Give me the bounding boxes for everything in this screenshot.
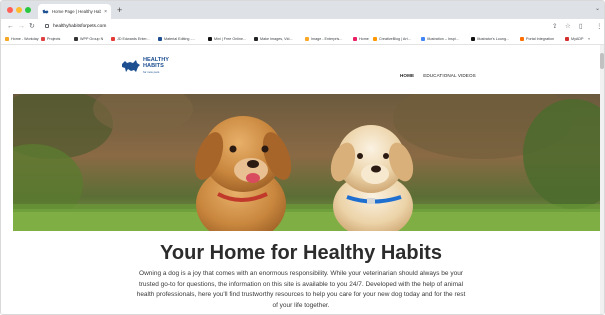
bookmark-item[interactable]: WPP Group N	[74, 35, 103, 43]
bookmark-item[interactable]: Illustration – Inspi...	[421, 35, 459, 43]
sidebar-panel-icon[interactable]: ▯	[579, 21, 583, 32]
logo-tagline: for new pets	[143, 70, 160, 74]
bookmark-favicon-icon	[565, 37, 569, 41]
page-scrollbar-thumb[interactable]	[600, 53, 604, 69]
bookmark-favicon-icon	[111, 37, 115, 41]
lock-icon[interactable]	[45, 24, 49, 28]
bookmark-favicon-icon	[353, 37, 357, 41]
bookmark-item[interactable]: MyADP	[565, 35, 584, 43]
bookmark-label: Home - Workday	[11, 37, 39, 41]
minimize-window-button[interactable]	[16, 7, 22, 13]
bookmark-favicon-icon	[74, 37, 78, 41]
bookmark-item[interactable]: Mini | Free Online...	[208, 35, 246, 43]
healthy-habits-logo[interactable]: HEALTHY HABITS for new pets	[121, 56, 201, 78]
bookmark-label: MyADP	[571, 37, 584, 41]
bookmark-label: Illustrator's Loung...	[477, 37, 510, 41]
more-menu-icon[interactable]: ⋮	[596, 21, 603, 32]
bookmark-label: CreativeBlog | Art...	[379, 37, 411, 41]
share-icon[interactable]: ⇪	[552, 21, 557, 32]
bookmark-star-icon[interactable]: ☆	[565, 21, 571, 32]
browser-window: Home Page | Healthy Habits f × + ⌄ ← → ↻…	[0, 0, 605, 315]
bookmark-favicon-icon	[158, 37, 162, 41]
dog-logo-icon	[122, 60, 140, 72]
bookmark-label: WPP Group N	[80, 37, 104, 41]
bookmark-item[interactable]: CreativeBlog | Art...	[373, 35, 411, 43]
bookmark-item[interactable]: Illustrator's Loung...	[471, 35, 509, 43]
site-header: HEALTHY HABITS for new pets HOME EDUCATI…	[1, 53, 601, 89]
tab-close-icon[interactable]: ×	[104, 9, 107, 15]
bookmark-label: Portal Integration	[526, 37, 555, 41]
forward-arrow-icon[interactable]: →	[18, 21, 25, 32]
bookmark-item[interactable]: Portal Integration	[520, 35, 554, 43]
bookmark-item[interactable]: JD Edwards Enter...	[111, 35, 150, 43]
bookmark-favicon-icon	[520, 37, 524, 41]
bookmark-label: Projects	[47, 37, 61, 41]
bookmark-label: Illustration – Inspi...	[427, 37, 459, 41]
web-page: HEALTHY HABITS for new pets HOME EDUCATI…	[1, 45, 604, 314]
bookmark-label: Material Editing -...	[164, 37, 195, 41]
bookmark-favicon-icon	[5, 37, 9, 41]
bookmark-item[interactable]: Image - Enterpris...	[305, 35, 342, 43]
bookmark-item[interactable]: Home - Workday	[5, 35, 39, 43]
maximize-window-button[interactable]	[25, 7, 31, 13]
bookmark-label: Home	[359, 37, 369, 41]
bookmarks-overflow-icon[interactable]: »	[588, 35, 590, 43]
bookmark-label: Image - Enterpris...	[311, 37, 343, 41]
bookmark-favicon-icon	[208, 37, 212, 41]
bookmark-favicon-icon	[305, 37, 309, 41]
bookmark-favicon-icon	[41, 37, 45, 41]
address-bar-row: ← → ↻ healthyhabitsforpets.com ⇪ ☆ ▯ ⋮	[1, 19, 604, 34]
new-tab-button[interactable]: +	[117, 4, 122, 16]
bookmarks-bar: » Home - Workday Projects WPP Group N JD Ed…	[1, 34, 604, 45]
bookmark-favicon-icon	[373, 37, 377, 41]
bookmark-item[interactable]: Home	[353, 35, 369, 43]
site-nav: HOME EDUCATIONAL VIDEOS	[400, 73, 476, 78]
back-arrow-icon[interactable]: ←	[7, 21, 14, 32]
logo-line-2: HABITS	[143, 62, 164, 69]
bookmark-item[interactable]: Material Editing -...	[158, 35, 195, 43]
bookmark-item[interactable]: Make Images, Vid...	[254, 35, 293, 43]
tab-search-chevron-icon[interactable]: ⌄	[595, 5, 600, 12]
bookmark-favicon-icon	[471, 37, 475, 41]
intro-paragraph: Owning a dog is a joy that comes with an…	[136, 270, 466, 309]
nav-link-home[interactable]: HOME	[400, 73, 414, 78]
bookmark-label: JD Edwards Enter...	[117, 37, 150, 41]
bookmark-item[interactable]: Projects	[41, 35, 60, 43]
tab-title: Home Page | Healthy Habits f	[52, 9, 102, 14]
tab-strip: Home Page | Healthy Habits f × + ⌄	[1, 1, 604, 19]
close-window-button[interactable]	[7, 7, 13, 13]
bookmark-label: Make Images, Vid...	[260, 37, 293, 41]
hero-puppies-image	[13, 94, 603, 231]
page-headline: Your Home for Healthy Habits	[160, 242, 442, 264]
logo-text: HEALTHY HABITS	[143, 57, 169, 69]
bookmark-label: Mini | Free Online...	[214, 37, 247, 41]
bookmark-favicon-icon	[421, 37, 425, 41]
page-scrollbar[interactable]	[600, 45, 604, 314]
tab-home-page[interactable]: Home Page | Healthy Habits f ×	[38, 4, 111, 19]
nav-link-educational-videos[interactable]: EDUCATIONAL VIDEOS	[423, 73, 476, 78]
favicon-dog-icon	[42, 9, 49, 14]
reload-icon[interactable]: ↻	[29, 21, 35, 32]
bookmark-favicon-icon	[254, 37, 258, 41]
url-field[interactable]: healthyhabitsforpets.com	[53, 22, 106, 31]
